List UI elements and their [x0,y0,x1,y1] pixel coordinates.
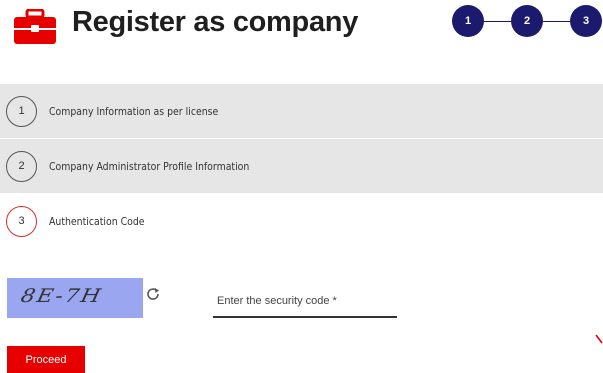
accordion-item-admin-profile[interactable]: 2 Company Administrator Profile Informat… [0,139,603,194]
partial-chevron-icon [595,334,603,344]
captcha-text: 8E-7H [18,285,105,308]
step-number-badge: 2 [6,150,37,182]
step-connector [484,21,511,22]
step-1[interactable]: 1 [452,5,484,37]
accordion-item-label: Company Administrator Profile Informatio… [49,159,250,173]
accordion-item-company-info[interactable]: 1 Company Information as per license [0,84,603,139]
accordion-item-authentication[interactable]: 3 Authentication Code [0,194,603,249]
security-code-input[interactable] [213,286,397,318]
step-indicator: 1 2 3 [452,4,603,38]
accordion-item-label: Authentication Code [49,214,145,228]
step-3[interactable]: 3 [570,5,602,37]
proceed-button[interactable]: Proceed [7,346,85,373]
step-2[interactable]: 2 [511,5,543,37]
page-header: Register as company 1 2 3 [0,0,603,84]
registration-accordion: 1 Company Information as per license 2 C… [0,84,603,249]
briefcase-icon [14,9,56,44]
refresh-icon[interactable] [145,286,161,302]
step-number-badge: 3 [6,205,37,237]
accordion-item-label: Company Information as per license [49,104,219,118]
step-connector [543,21,570,22]
step-number-badge: 1 [6,95,37,127]
captcha-image: 8E-7H [7,278,143,318]
page-title: Register as company [72,6,359,38]
